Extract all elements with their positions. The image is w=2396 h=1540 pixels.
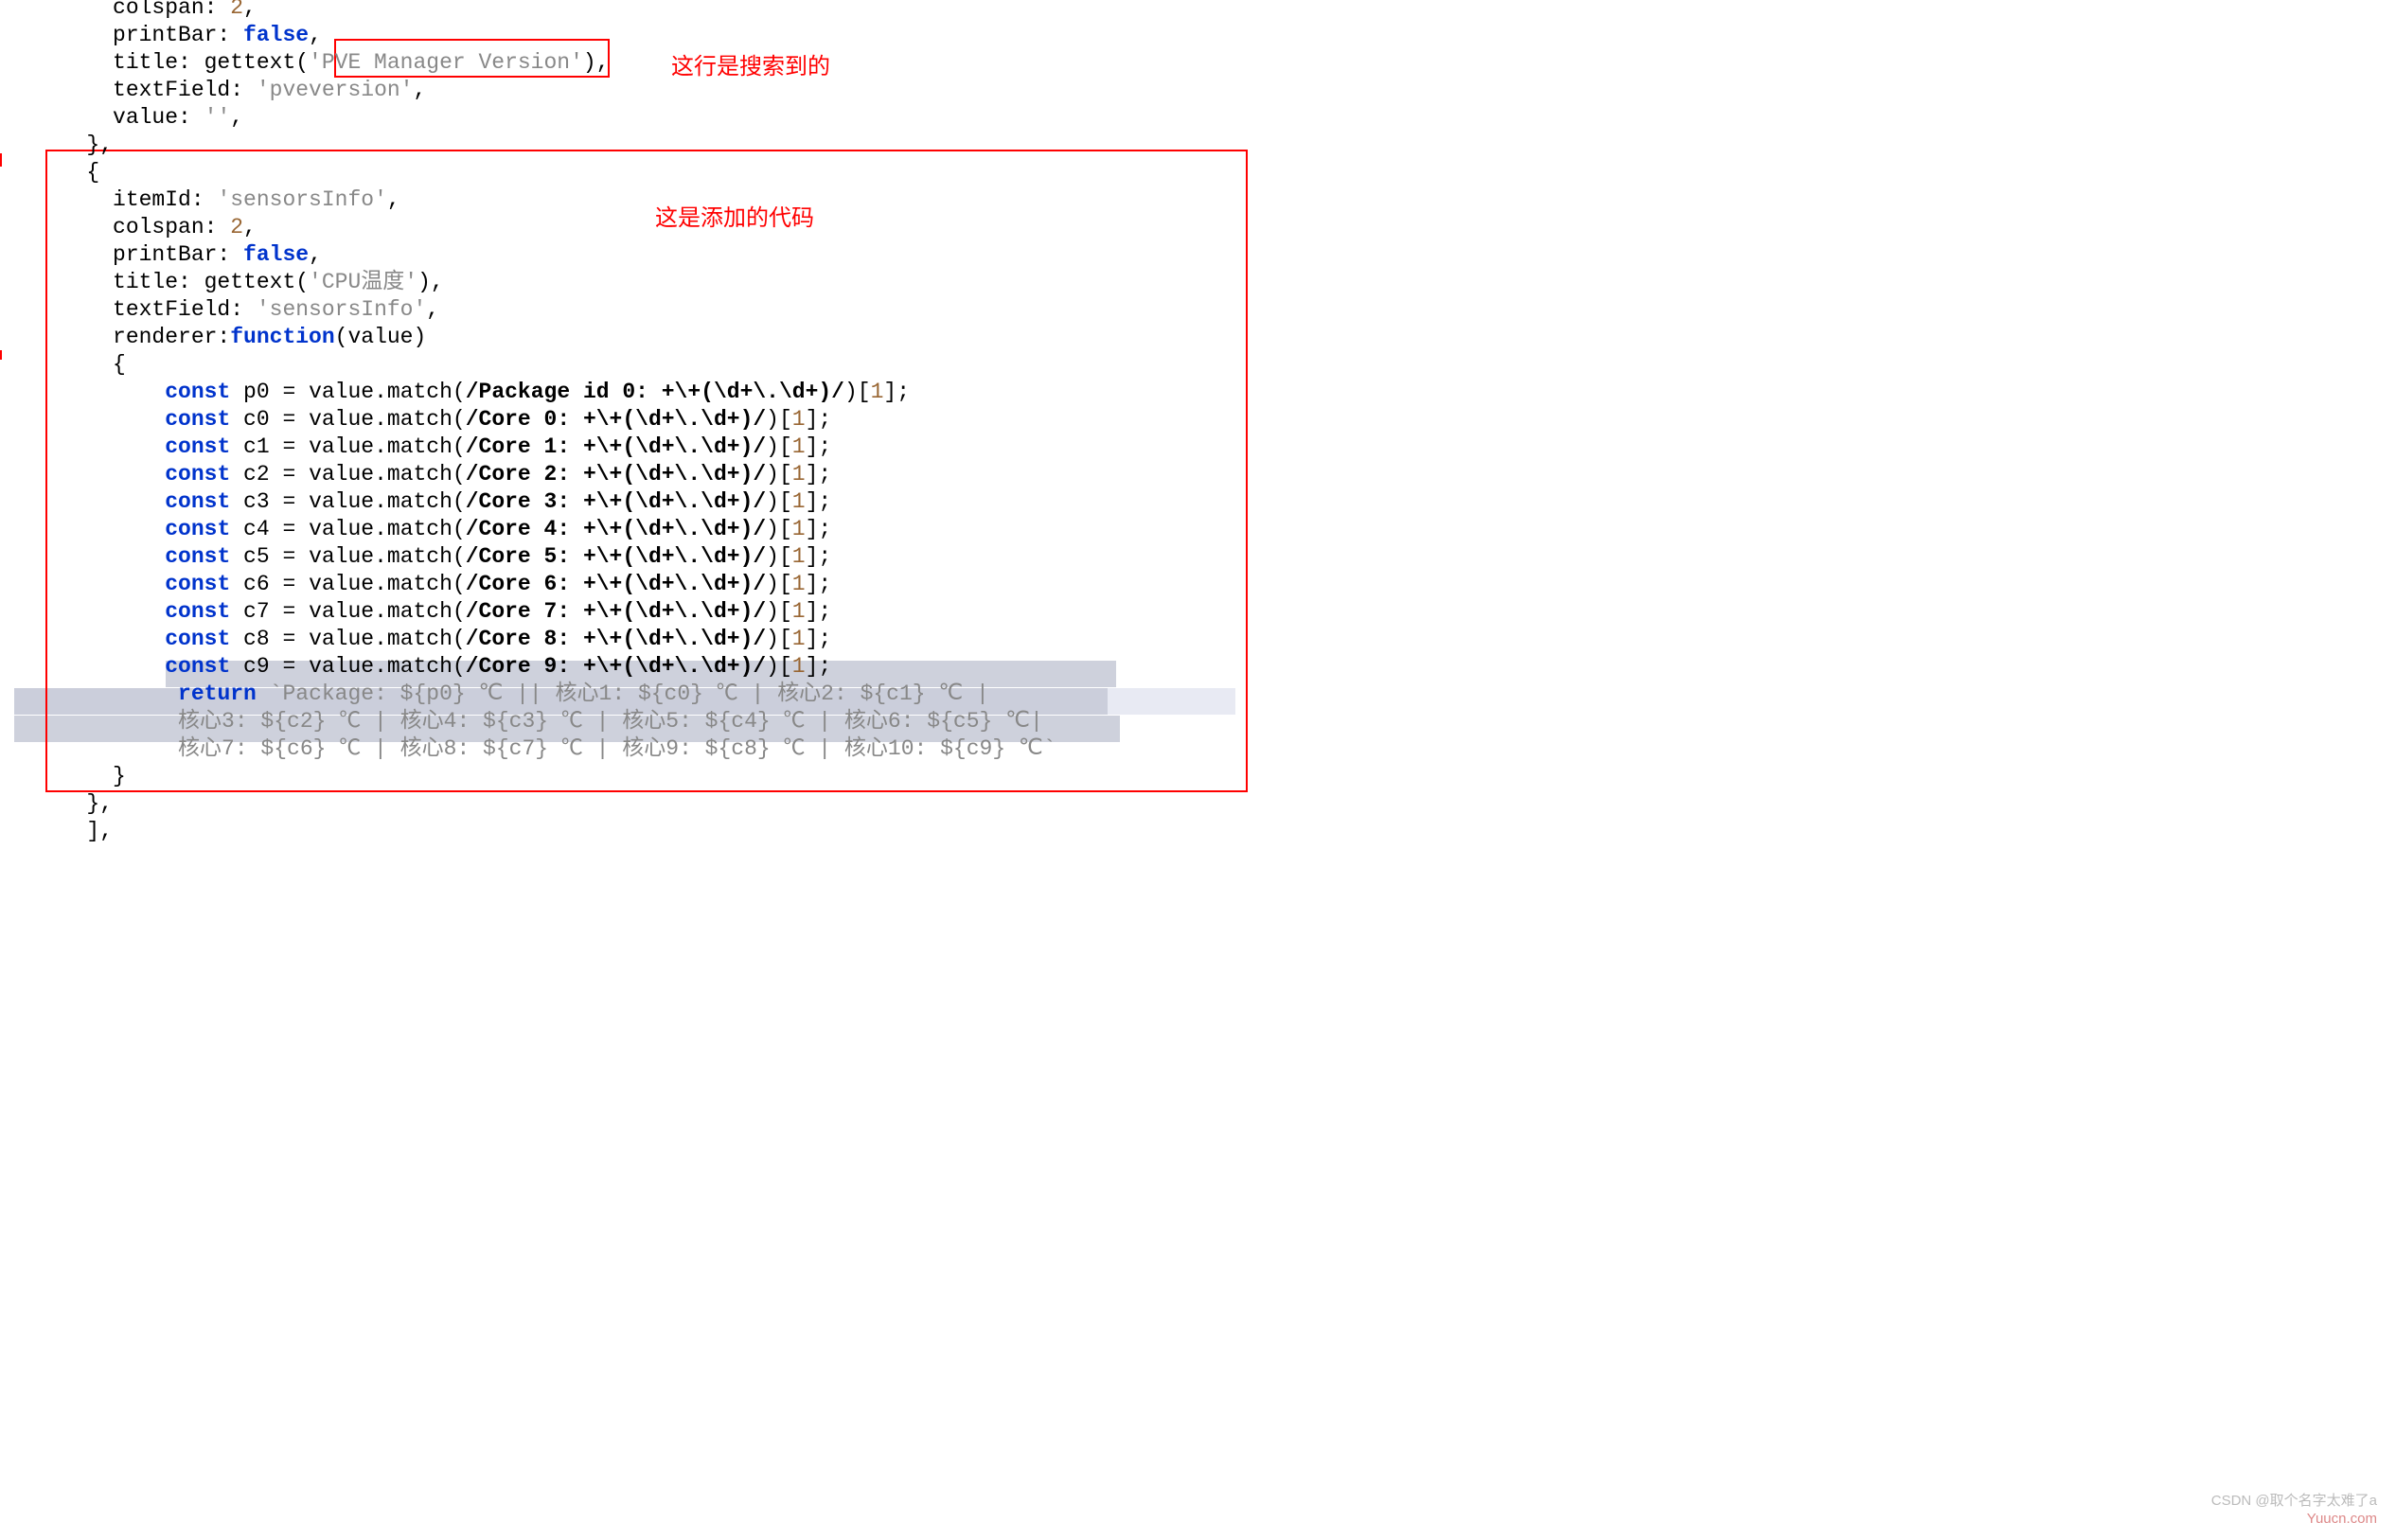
watermark-csdn: CSDN @取个名字太难了a [2211, 1490, 2377, 1510]
watermark-site: Yuucn.com [2307, 1511, 2377, 1527]
page: 这行是搜索到的 这是添加的代码 colspan: 2, printBar: fa… [0, 0, 2396, 1540]
red-mark-left [0, 350, 2, 360]
code-block: colspan: 2, printBar: false, title: gett… [47, 0, 1056, 845]
red-mark-left [0, 153, 2, 167]
